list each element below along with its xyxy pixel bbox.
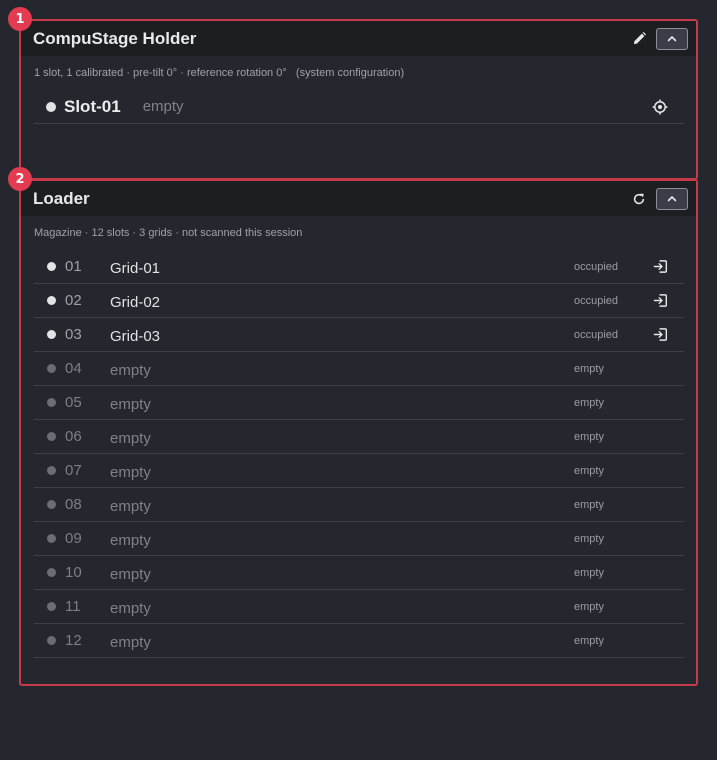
holder-slot-row[interactable]: Slot-01 empty [34, 90, 684, 124]
slot-number: 06 [65, 428, 82, 445]
slot-status-indicator [47, 466, 56, 475]
row-action-area [650, 359, 670, 379]
load-grid-icon[interactable] [650, 257, 670, 277]
slot-state: empty [574, 566, 604, 579]
target-icon[interactable] [650, 97, 670, 117]
row-action-area [650, 597, 670, 617]
annotation-badge-2: 2 [8, 167, 32, 191]
load-grid-icon[interactable] [650, 291, 670, 311]
chevron-up-icon [667, 195, 677, 202]
slot-status-indicator [47, 636, 56, 645]
loader-collapse-button[interactable] [656, 187, 688, 210]
loader-slot-row-11[interactable]: 11 empty empty [34, 590, 684, 624]
slot-number: 07 [65, 462, 82, 479]
slot-state: empty [574, 498, 604, 511]
slot-state: empty [574, 532, 604, 545]
loader-slot-row-04[interactable]: 04 empty empty [34, 352, 684, 386]
slot-status-indicator [47, 296, 56, 305]
slot-state: empty [574, 464, 604, 477]
slot-number: 11 [65, 598, 81, 615]
slot-label: Grid-03 [110, 327, 161, 345]
slot-status-indicator [47, 602, 56, 611]
holder-panel-title: CompuStage Holder [33, 28, 197, 48]
loader-panel-title: Loader [33, 188, 90, 208]
slot-state: empty [574, 430, 604, 443]
slot-label: empty [110, 429, 151, 447]
compustage-holder-panel: CompuStage Holder 1 slot, 1 calibrated ·… [19, 19, 698, 180]
row-action-area [650, 393, 670, 413]
slot-status-indicator [47, 330, 56, 339]
load-grid-icon[interactable] [650, 325, 670, 345]
annotation-badge-1: 1 [8, 7, 32, 31]
loader-panel-header: Loader [21, 181, 696, 216]
refresh-icon[interactable] [629, 189, 649, 209]
loader-slot-row-07[interactable]: 07 empty empty [34, 454, 684, 488]
row-action-area [650, 529, 670, 549]
slot-status-indicator [47, 534, 56, 543]
slot-number: 03 [65, 326, 82, 343]
loader-slot-row-10[interactable]: 10 empty empty [34, 556, 684, 590]
loader-panel: Loader Magazine · 12 slots · 3 grids · n… [19, 179, 698, 686]
slot-state: occupied [574, 328, 619, 341]
slot-status-indicator [46, 101, 56, 112]
slot-label: empty [110, 599, 151, 617]
slot-label: empty [110, 633, 151, 651]
slot-label: empty [110, 395, 151, 413]
slot-label: Grid-02 [110, 293, 161, 311]
loader-slot-row-01[interactable]: 01 Grid-01 occupied [34, 250, 684, 284]
slot-number: 05 [65, 394, 82, 411]
slot-status-indicator [47, 432, 56, 441]
slot-label: Grid-01 [110, 259, 161, 277]
slot-label: empty [110, 565, 151, 583]
holder-panel-header: CompuStage Holder [21, 21, 696, 56]
holder-subtitle: 1 slot, 1 calibrated · pre-tilt 0° · ref… [34, 67, 405, 79]
row-action-area [650, 427, 670, 447]
slot-status-indicator [47, 262, 56, 271]
slot-number: 10 [65, 564, 82, 581]
slot-state: empty [574, 396, 604, 409]
slot-label: empty [110, 463, 151, 481]
slot-state: empty [574, 634, 604, 647]
slot-status-indicator [47, 500, 56, 509]
slot-status-indicator [47, 398, 56, 407]
pencil-icon[interactable] [629, 29, 649, 49]
loader-subtitle: Magazine · 12 slots · 3 grids · not scan… [34, 227, 303, 239]
slot-number: 04 [65, 360, 82, 377]
slot-label: empty [110, 531, 151, 549]
slot-state: empty [574, 362, 604, 375]
slot-number: 02 [65, 292, 82, 309]
slot-number: 01 [65, 258, 82, 275]
holder-collapse-button[interactable] [656, 27, 688, 50]
row-action-area [650, 631, 670, 651]
slot-state: occupied [574, 260, 619, 273]
loader-slot-row-06[interactable]: 06 empty empty [34, 420, 684, 454]
loader-slot-row-09[interactable]: 09 empty empty [34, 522, 684, 556]
row-action-area [650, 563, 670, 583]
slot-name: Slot-01 [64, 96, 121, 116]
row-action-area [650, 461, 670, 481]
row-action-area [650, 495, 670, 515]
slot-state: occupied [574, 294, 619, 307]
loader-slot-row-03[interactable]: 03 Grid-03 occupied [34, 318, 684, 352]
slot-number: 08 [65, 496, 82, 513]
slot-status: empty [142, 98, 184, 115]
chevron-up-icon [667, 35, 677, 42]
loader-slot-row-05[interactable]: 05 empty empty [34, 386, 684, 420]
slot-number: 12 [65, 632, 82, 649]
slot-status-indicator [47, 364, 56, 373]
slot-number: 09 [65, 530, 82, 547]
slot-label: empty [110, 361, 151, 379]
loader-slot-row-12[interactable]: 12 empty empty [34, 624, 684, 658]
slot-state: empty [574, 600, 604, 613]
loader-slot-row-08[interactable]: 08 empty empty [34, 488, 684, 522]
loader-slot-list: 01 Grid-01 occupied 02 Grid-02 occupied … [34, 250, 684, 658]
slot-label: empty [110, 497, 151, 515]
loader-slot-row-02[interactable]: 02 Grid-02 occupied [34, 284, 684, 318]
slot-status-indicator [47, 568, 56, 577]
